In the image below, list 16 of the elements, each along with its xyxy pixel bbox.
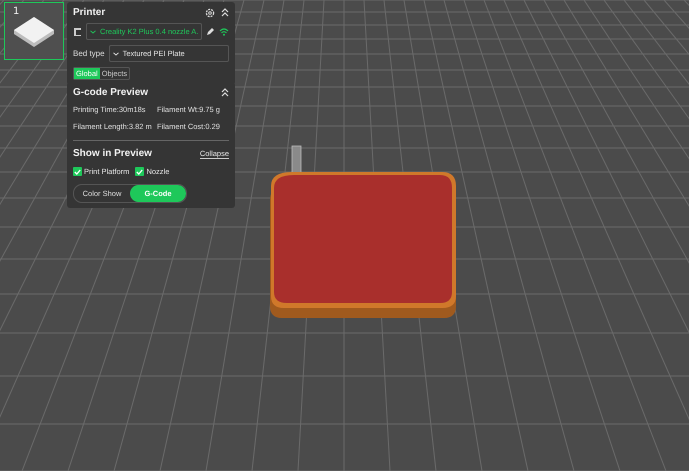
chevron-icon	[90, 30, 96, 34]
panel-title: G-code Preview	[73, 87, 148, 98]
pencil-icon[interactable]	[206, 27, 215, 36]
collapse-icon[interactable]	[221, 88, 229, 97]
chevron-icon	[112, 52, 119, 56]
nozzle-drawing	[292, 146, 302, 174]
plate-number: 1	[13, 6, 20, 17]
settings-icon[interactable]	[205, 8, 215, 18]
plate-thumbnail[interactable]: 1	[4, 2, 64, 60]
panel-title: Printer	[73, 7, 106, 18]
section-title: Show in Preview	[73, 148, 152, 159]
printer-icon	[73, 26, 82, 36]
plate-icon	[12, 15, 56, 49]
bed-type-label: Bed type	[73, 49, 105, 58]
wifi-icon[interactable]	[219, 28, 229, 36]
collapse-icon[interactable]	[221, 8, 229, 17]
